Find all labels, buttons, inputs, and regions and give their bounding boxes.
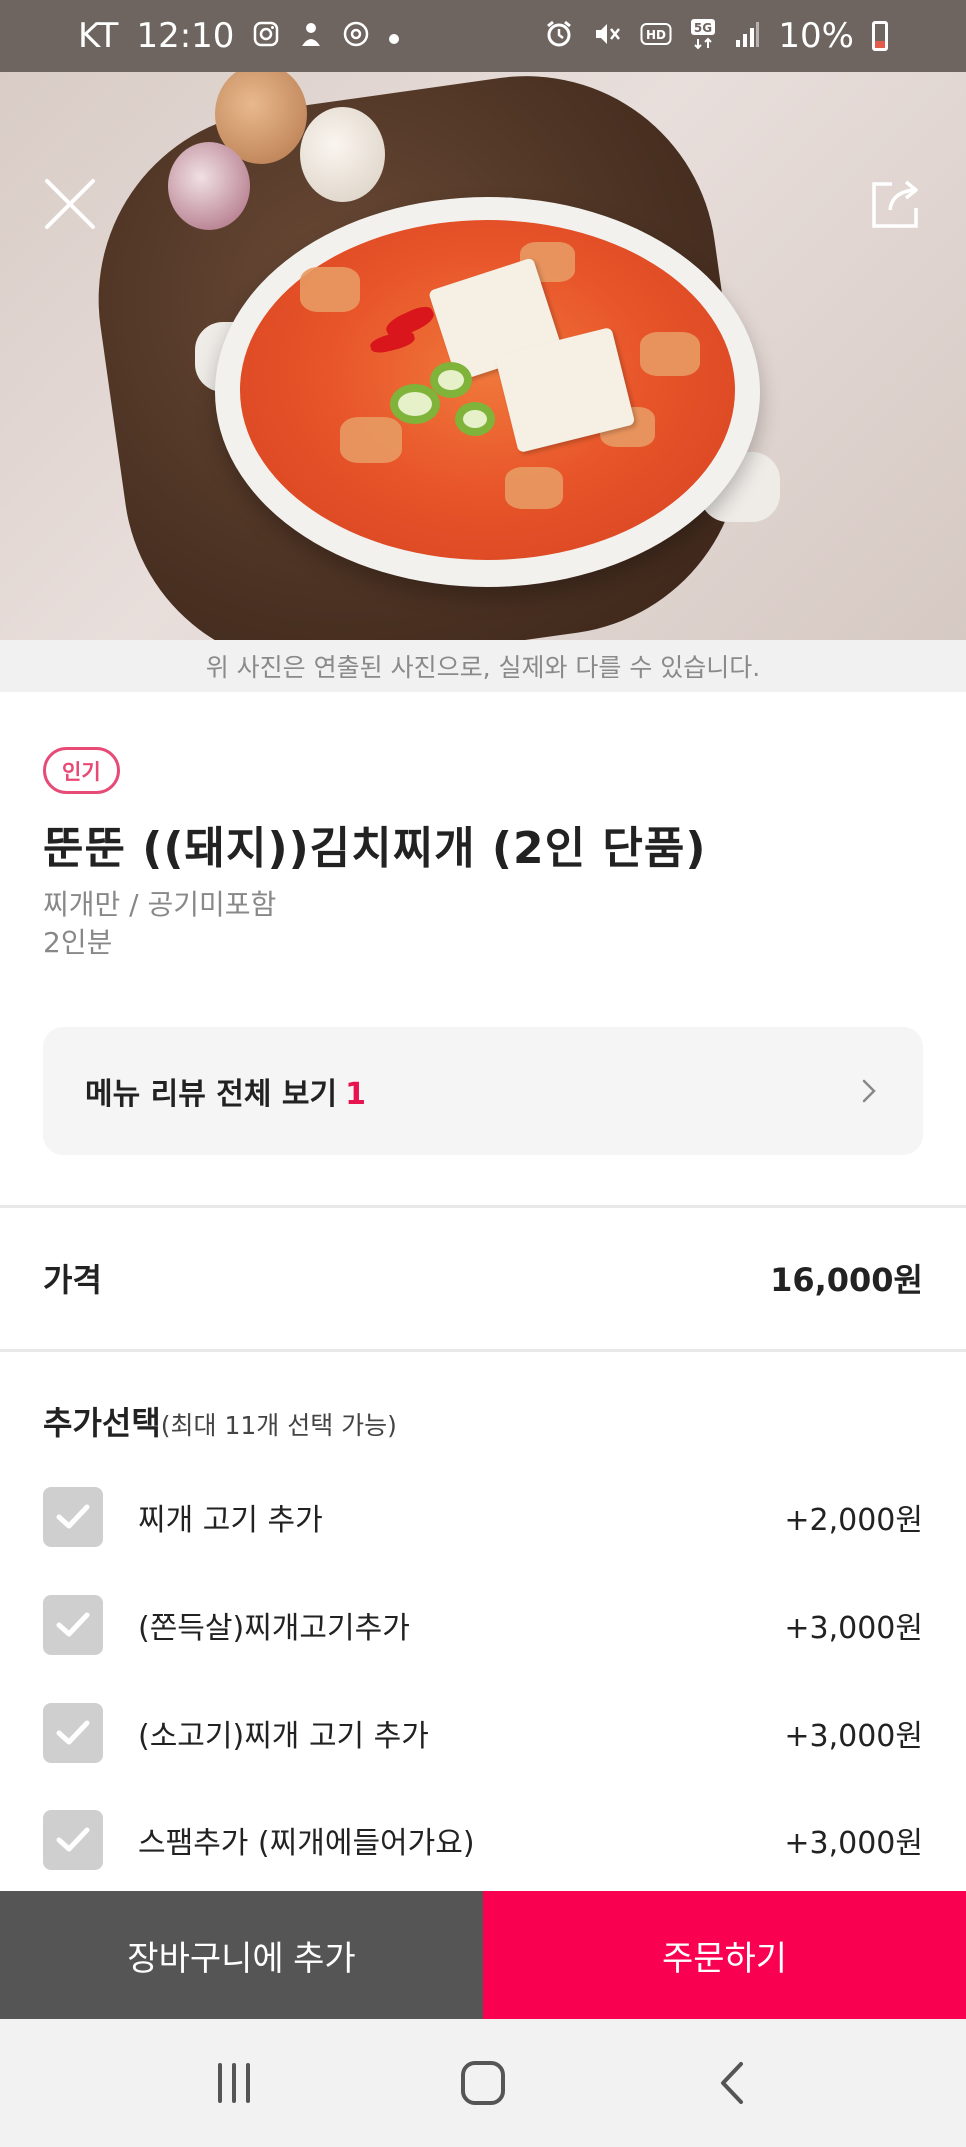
option-item[interactable]: (쫀득살)찌개고기추가 +3,000원 <box>43 1595 923 1655</box>
option-name: 스팸추가 (찌개에들어가요) <box>138 1826 475 1861</box>
popular-badge: 인기 <box>43 747 120 794</box>
option-name: 찌개 고기 추가 <box>138 1503 323 1538</box>
option-item[interactable]: 스팸추가 (찌개에들어가요) +3,000원 <box>43 1810 923 1870</box>
dot-icon <box>388 22 400 50</box>
section-divider <box>0 1205 966 1208</box>
price-label: 가격 <box>43 1261 102 1299</box>
option-item[interactable]: 찌개 고기 추가 +2,000원 <box>43 1487 923 1547</box>
review-link-label: 메뉴 리뷰 전체 보기 <box>85 1077 338 1112</box>
scallion-slice <box>430 362 472 398</box>
option-item[interactable]: (소고기)찌개 고기 추가 +3,000원 <box>43 1703 923 1763</box>
option-checkbox[interactable] <box>43 1703 103 1763</box>
option-price: +3,000원 <box>784 1611 923 1646</box>
home-icon <box>460 2061 505 2105</box>
option-price: +3,000원 <box>784 1826 923 1861</box>
scallion-slice <box>390 384 440 424</box>
hd-icon: HD <box>640 21 672 52</box>
option-name: (소고기)찌개 고기 추가 <box>138 1719 429 1754</box>
pork-piece <box>505 467 563 509</box>
check-icon <box>56 1720 90 1745</box>
check-icon <box>56 1612 90 1637</box>
notification-icon <box>298 20 324 53</box>
garlic-illustration <box>300 107 385 202</box>
pork-piece <box>300 267 360 312</box>
5g-icon: 5G <box>690 18 716 55</box>
clock: 12:10 <box>136 16 235 56</box>
system-nav-bar <box>0 2019 966 2147</box>
option-price: +2,000원 <box>784 1503 923 1538</box>
close-icon <box>45 179 95 229</box>
review-count: 1 <box>345 1077 367 1112</box>
share-button[interactable] <box>864 172 928 236</box>
add-to-cart-button[interactable]: 장바구니에 추가 <box>0 1891 483 2019</box>
battery-icon <box>872 21 888 51</box>
alarm-icon <box>544 19 574 54</box>
price-row: 가격 16,000원 <box>43 1255 923 1301</box>
back-button[interactable] <box>692 2043 772 2123</box>
share-icon <box>872 180 918 228</box>
status-bar: KT 12:10 HD 5G 10% <box>0 0 966 72</box>
check-icon <box>56 1504 90 1529</box>
battery-percent: 10% <box>778 16 854 56</box>
svg-text:5G: 5G <box>694 21 712 35</box>
order-button[interactable]: 주문하기 <box>483 1891 966 2019</box>
scallion-slice <box>455 402 495 436</box>
review-link-text: 메뉴 리뷰 전체 보기 1 <box>85 1069 366 1113</box>
mute-icon <box>592 19 622 54</box>
price-value: 16,000원 <box>770 1261 923 1299</box>
close-button[interactable] <box>38 172 102 236</box>
status-right: HD 5G 10% <box>544 16 888 56</box>
option-checkbox[interactable] <box>43 1810 103 1870</box>
status-left: KT 12:10 <box>78 16 400 56</box>
app-icon <box>342 20 370 53</box>
option-group-title: 추가선택 <box>43 1404 161 1442</box>
carrier-label: KT <box>78 16 119 56</box>
shallot-illustration <box>168 142 250 230</box>
check-icon <box>56 1827 90 1852</box>
instagram-icon <box>252 20 280 53</box>
recent-apps-icon <box>218 2063 251 2103</box>
option-checkbox[interactable] <box>43 1487 103 1547</box>
option-price: +3,000원 <box>784 1719 923 1754</box>
pork-piece <box>640 332 700 376</box>
option-name: (쫀득살)찌개고기추가 <box>138 1611 410 1646</box>
home-button[interactable] <box>443 2043 523 2123</box>
back-icon <box>720 2062 743 2104</box>
svg-text:HD: HD <box>646 28 666 42</box>
signal-icon <box>734 20 760 53</box>
option-group-heading: 추가선택(최대 11개 선택 가능) <box>43 1398 397 1444</box>
photo-disclaimer: 위 사진은 연출된 사진으로, 실제와 다를 수 있습니다. <box>0 640 966 692</box>
option-group-limit: (최대 11개 선택 가능) <box>160 1411 397 1440</box>
menu-description-line: 찌개만 / 공기미포함 <box>43 888 277 921</box>
menu-review-link[interactable]: 메뉴 리뷰 전체 보기 1 <box>43 1027 923 1155</box>
recent-apps-button[interactable] <box>194 2043 274 2123</box>
menu-description-line: 2인분 <box>43 926 113 959</box>
menu-title: 뚠뚠 ((돼지))김치찌개 (2인 단품) <box>43 823 707 874</box>
pork-piece <box>340 417 402 463</box>
section-divider <box>0 1349 966 1352</box>
chevron-right-icon <box>862 1079 876 1103</box>
menu-photo <box>0 72 966 640</box>
menu-description: 찌개만 / 공기미포함 2인분 <box>43 886 276 962</box>
option-checkbox[interactable] <box>43 1595 103 1655</box>
